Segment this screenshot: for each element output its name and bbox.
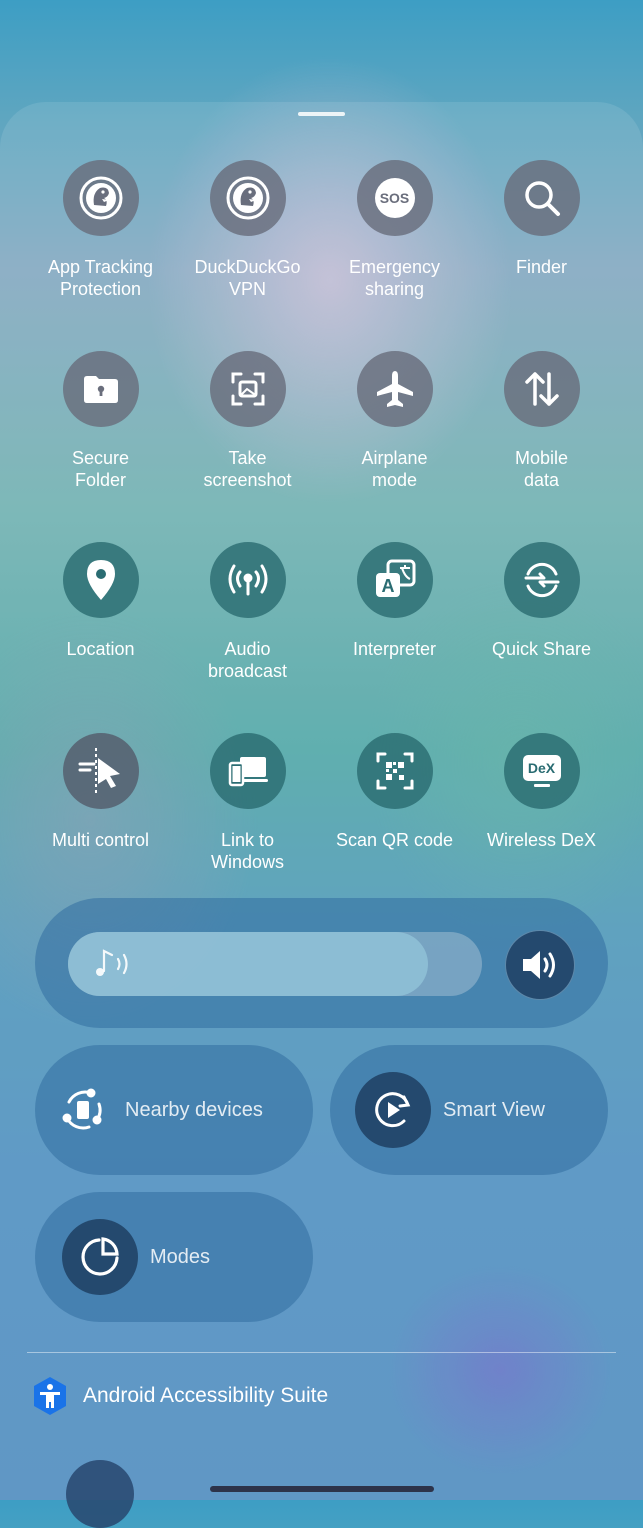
nearby-devices-icon — [53, 1072, 113, 1148]
tile-label: Audio broadcast — [207, 639, 288, 681]
accessibility-suite-label: Android Accessibility Suite — [83, 1384, 329, 1407]
tile-label: Emergency sharing — [348, 257, 441, 299]
location-pin-icon — [62, 542, 139, 618]
multi-control-icon — [62, 733, 139, 809]
tile-label: Finder — [515, 257, 568, 277]
secure-folder-icon — [62, 351, 139, 427]
tile-label: Wireless DeX — [486, 830, 597, 850]
nearby-devices-label: Nearby devices — [125, 1098, 263, 1121]
modes-icon — [62, 1219, 138, 1295]
nearby-devices-button[interactable]: Nearby devices — [35, 1045, 313, 1175]
tile-label: Interpreter — [352, 639, 437, 659]
sos-icon: SOS — [356, 160, 433, 236]
tile-label: Scan QR code — [335, 830, 454, 850]
tile-label: Quick Share — [491, 639, 592, 659]
tile-label: Secure Folder — [71, 448, 130, 490]
tile-label: App Tracking Protection — [47, 257, 154, 299]
tile-audio-broadcast[interactable]: Audio broadcast — [174, 542, 321, 682]
duckduckgo-vpn-icon — [209, 160, 286, 236]
smart-view-button[interactable]: Smart View — [330, 1045, 608, 1175]
accessibility-icon — [30, 1376, 70, 1416]
smart-view-label: Smart View — [443, 1098, 545, 1121]
drag-handle[interactable] — [298, 112, 345, 116]
speaker-button[interactable] — [505, 930, 575, 1000]
svg-text:A: A — [381, 576, 394, 596]
interpreter-icon: A — [356, 542, 433, 618]
tile-quick-share[interactable]: Quick Share — [468, 542, 615, 660]
tile-wireless-dex[interactable]: DeX Wireless DeX — [468, 733, 615, 851]
tile-mobile-data[interactable]: Mobile data — [468, 351, 615, 491]
tile-label: Mobile data — [514, 448, 569, 490]
tile-finder[interactable]: Finder — [468, 160, 615, 278]
duckduckgo-icon — [62, 160, 139, 236]
tile-duckduckgo-vpn[interactable]: DuckDuckGo VPN — [174, 160, 321, 300]
tile-multi-control[interactable]: Multi control — [27, 733, 174, 851]
tile-secure-folder[interactable]: Secure Folder — [27, 351, 174, 491]
airplane-icon — [356, 351, 433, 427]
mobile-data-icon — [503, 351, 580, 427]
modes-button[interactable]: Modes — [35, 1192, 313, 1322]
navigation-bar[interactable] — [210, 1486, 434, 1492]
tile-link-to-windows[interactable]: Link to Windows — [174, 733, 321, 873]
tile-emergency-sharing[interactable]: SOS Emergency sharing — [321, 160, 468, 300]
tile-location[interactable]: Location — [27, 542, 174, 660]
tile-label: Location — [66, 639, 135, 659]
quick-share-icon — [503, 542, 580, 618]
dex-icon-text: DeX — [527, 760, 556, 776]
tile-airplane-mode[interactable]: Airplane mode — [321, 351, 468, 491]
tile-app-tracking-protection[interactable]: App Tracking Protection — [27, 160, 174, 300]
speaker-icon — [523, 951, 555, 979]
tile-label: Take screenshot — [203, 448, 292, 490]
tile-scan-qr-code[interactable]: Scan QR code — [321, 733, 468, 851]
next-notification-peek — [66, 1460, 134, 1528]
tile-interpreter[interactable]: A Interpreter — [321, 542, 468, 660]
music-note-icon — [92, 947, 136, 986]
tile-take-screenshot[interactable]: Take screenshot — [174, 351, 321, 491]
accessibility-suite-notification[interactable]: Android Accessibility Suite — [30, 1376, 328, 1416]
broadcast-icon — [209, 542, 286, 618]
modes-label: Modes — [150, 1245, 211, 1268]
tile-label: Airplane mode — [361, 448, 428, 490]
divider — [27, 1352, 616, 1353]
link-to-windows-icon — [209, 733, 286, 809]
screenshot-icon — [209, 351, 286, 427]
dex-icon: DeX — [503, 733, 580, 809]
tile-label: DuckDuckGo VPN — [194, 257, 301, 299]
tile-label: Multi control — [51, 830, 150, 850]
sos-icon-text: SOS — [379, 190, 410, 206]
smart-view-icon — [355, 1072, 431, 1148]
qr-code-icon — [356, 733, 433, 809]
search-icon — [503, 160, 580, 236]
tile-label: Link to Windows — [210, 830, 285, 872]
